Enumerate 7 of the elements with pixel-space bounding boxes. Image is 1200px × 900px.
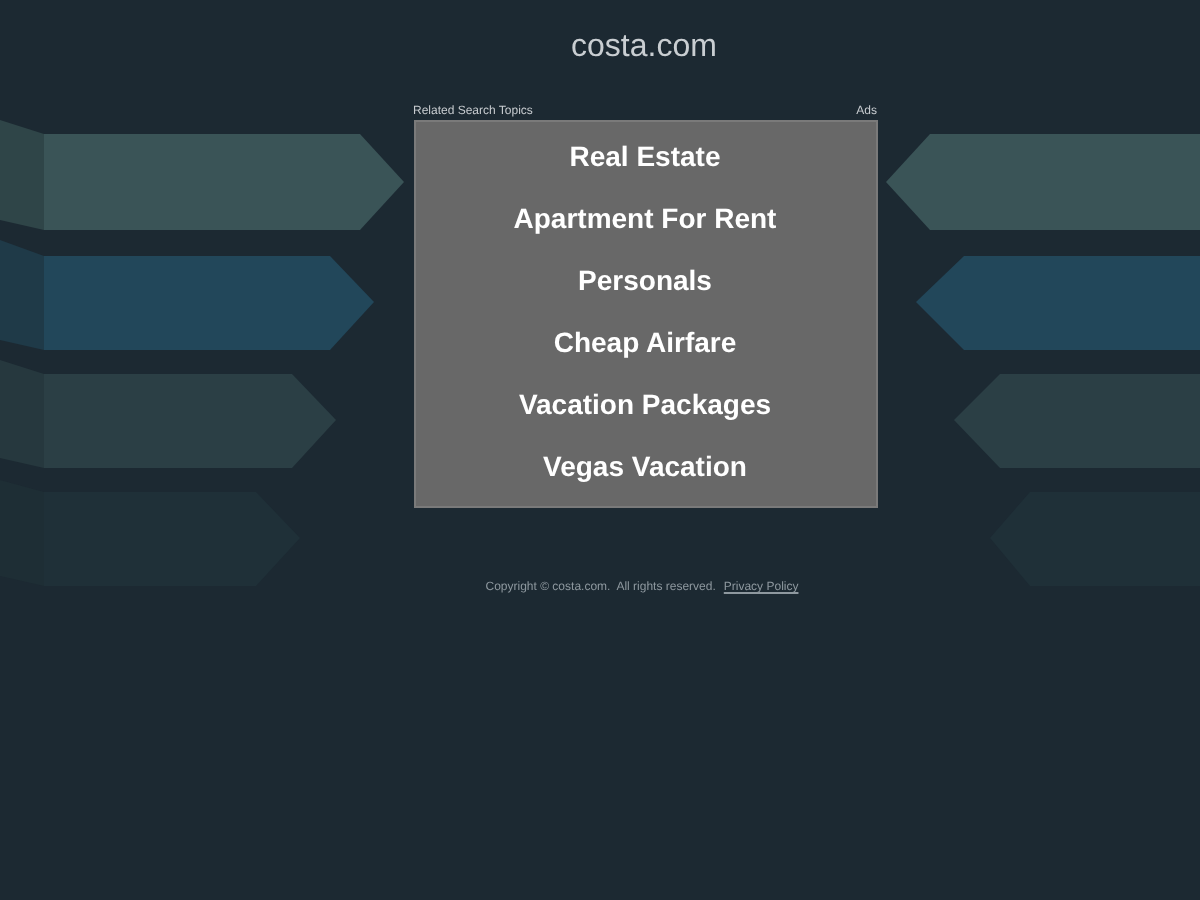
- topic-link[interactable]: Vegas Vacation: [543, 450, 747, 484]
- topic-link[interactable]: Personals: [578, 264, 712, 298]
- topic-link[interactable]: Real Estate: [569, 140, 721, 174]
- site-title: costa.com: [571, 28, 717, 68]
- topic-link[interactable]: Vacation Packages: [518, 388, 772, 422]
- topic-link[interactable]: Apartment For Rent: [513, 202, 777, 236]
- topic-link[interactable]: Cheap Airfare: [553, 326, 737, 360]
